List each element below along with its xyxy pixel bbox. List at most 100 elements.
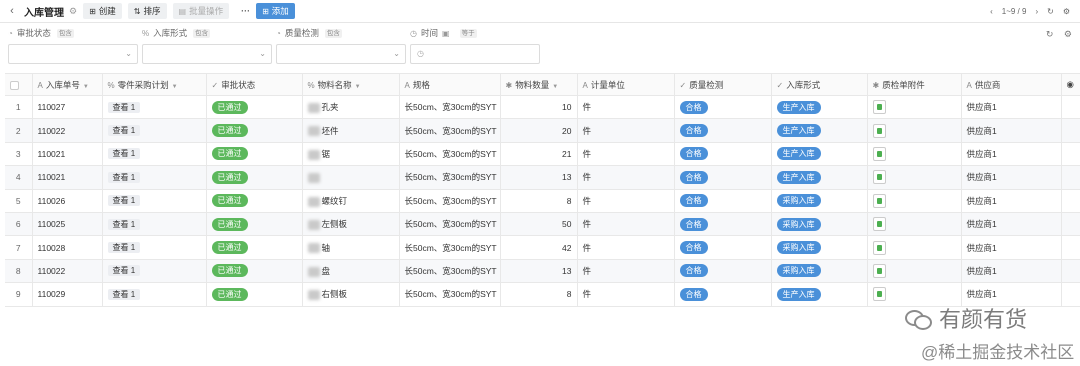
table-row[interactable]: 6 110025 查看 1 已通过 左侧板 长50cm、宽30cm的SYT 50 件合格 采购入… [5, 212, 1080, 237]
cell-qty[interactable]: 13 [500, 165, 578, 190]
cell-unit[interactable]: 件 [577, 118, 675, 143]
cell-extra[interactable] [1061, 142, 1080, 167]
cell-qty[interactable]: 21 [500, 142, 578, 167]
cell-status[interactable]: 已通过 [206, 95, 303, 120]
column-header-plan[interactable]: % 零件采购计划 ▼ [102, 73, 207, 96]
row-index[interactable]: 1 [5, 95, 33, 120]
cell-name[interactable]: 坯件 [302, 118, 400, 143]
table-row[interactable]: 1 110027 查看 1 已通过 孔夹 长50cm、宽30cm的SYT 10 件合格 生产入库… [5, 95, 1080, 120]
sort-button[interactable]: ⇅ 排序 [127, 3, 167, 19]
cell-unit[interactable]: 件 [577, 165, 675, 190]
cell-spec[interactable]: 长50cm、宽30cm的SYT [399, 189, 501, 213]
view-link[interactable]: 查看 1 [107, 242, 141, 254]
cell-name[interactable]: 右侧板 [302, 282, 400, 307]
cell-extra[interactable] [1061, 189, 1080, 213]
cell-plan[interactable]: 查看 1 [102, 212, 207, 237]
cell-status[interactable]: 已通过 [206, 165, 303, 190]
inbound-form-select[interactable]: ⌄ [142, 44, 272, 64]
chevron-down-icon[interactable]: ▼ [355, 84, 361, 90]
table-row[interactable]: 7 110028 查看 1 已通过 轴 长50cm、宽30cm的SYT 42 件合格 采购入库 供… [5, 235, 1080, 260]
view-link[interactable]: 查看 1 [107, 171, 141, 183]
column-header-unit[interactable]: A 计量单位 [577, 73, 675, 96]
cell-status[interactable]: 已通过 [206, 189, 303, 213]
view-link[interactable]: 查看 1 [107, 125, 141, 137]
excel-file-icon[interactable] [872, 287, 886, 302]
cell-no[interactable]: 110027 [32, 95, 103, 120]
cell-name[interactable]: 锯 [302, 142, 400, 167]
column-header-attachment[interactable]: ✱ 质检单附件 [867, 73, 962, 96]
back-arrow-icon[interactable]: ‹ [6, 5, 18, 17]
excel-file-icon[interactable] [872, 217, 886, 232]
cell-unit[interactable]: 件 [577, 259, 675, 284]
cell-spec[interactable]: 长50cm、宽30cm的SYT [399, 95, 501, 120]
cell-qc[interactable]: 合格 [674, 212, 772, 237]
cell-qty[interactable]: 8 [500, 189, 578, 213]
cell-plan[interactable]: 查看 1 [102, 235, 207, 260]
cell-name[interactable]: 盘 [302, 259, 400, 284]
cell-supplier[interactable]: 供应商1 [961, 235, 1062, 260]
cell-supplier[interactable]: 供应商1 [961, 259, 1062, 284]
cell-attachment[interactable] [867, 142, 962, 167]
cell-spec[interactable]: 长50cm、宽30cm的SYT [399, 118, 501, 143]
column-header-qty[interactable]: ✱ 物料数量 ▼ [500, 73, 578, 96]
cell-no[interactable]: 110028 [32, 235, 103, 260]
cell-spec[interactable]: 长50cm、宽30cm的SYT [399, 282, 501, 307]
cell-status[interactable]: 已通过 [206, 212, 303, 237]
cell-extra[interactable] [1061, 165, 1080, 190]
cell-unit[interactable]: 件 [577, 142, 675, 167]
cell-plan[interactable]: 查看 1 [102, 259, 207, 284]
column-header-supplier[interactable]: A 供应商 [961, 73, 1062, 96]
create-button[interactable]: ⊞ 创建 [83, 3, 122, 19]
table-row[interactable]: 2 110022 查看 1 已通过 坯件 长50cm、宽30cm的SYT 20 件合格 生产入库… [5, 118, 1080, 143]
cell-form[interactable]: 生产入库 [771, 282, 868, 307]
settings-icon[interactable]: ⚙ [69, 6, 77, 17]
settings-icon[interactable]: ⚙ [1063, 7, 1070, 16]
excel-file-icon[interactable] [872, 146, 886, 161]
column-header-status[interactable]: ✓ 审批状态 [206, 73, 303, 96]
sort-icon[interactable]: ▼ [83, 84, 89, 90]
cell-qc[interactable]: 合格 [674, 189, 772, 213]
excel-file-icon[interactable] [872, 170, 886, 185]
cell-status[interactable]: 已通过 [206, 259, 303, 284]
row-index[interactable]: 9 [5, 282, 33, 307]
cell-unit[interactable]: 件 [577, 235, 675, 260]
cell-name[interactable]: 孔夹 [302, 95, 400, 120]
table-row[interactable]: 5 110026 查看 1 已通过 螺纹钉 长50cm、宽30cm的SYT 8 件合格 采购入库… [5, 189, 1080, 213]
cell-name[interactable] [302, 165, 400, 190]
cell-form[interactable]: 采购入库 [771, 212, 868, 237]
batch-button[interactable]: ▤ 批量操作 [172, 3, 230, 19]
cell-supplier[interactable]: 供应商1 [961, 95, 1062, 120]
cell-qty[interactable]: 13 [500, 259, 578, 284]
cell-extra[interactable] [1061, 212, 1080, 237]
refresh-icon[interactable]: ↻ [1047, 7, 1054, 16]
view-link[interactable]: 查看 1 [107, 265, 141, 277]
cell-no[interactable]: 110026 [32, 189, 103, 213]
cell-plan[interactable]: 查看 1 [102, 282, 207, 307]
cell-no[interactable]: 110025 [32, 212, 103, 237]
cell-plan[interactable]: 查看 1 [102, 189, 207, 213]
cell-supplier[interactable]: 供应商1 [961, 165, 1062, 190]
cell-form[interactable]: 生产入库 [771, 118, 868, 143]
excel-file-icon[interactable] [872, 100, 886, 115]
cell-attachment[interactable] [867, 189, 962, 213]
cell-qc[interactable]: 合格 [674, 142, 772, 167]
cell-status[interactable]: 已通过 [206, 118, 303, 143]
excel-file-icon[interactable] [872, 123, 886, 138]
cell-qty[interactable]: 42 [500, 235, 578, 260]
cell-form[interactable]: 采购入库 [771, 235, 868, 260]
cell-attachment[interactable] [867, 212, 962, 237]
row-index[interactable]: 7 [5, 235, 33, 260]
quality-select[interactable]: ⌄ [276, 44, 406, 64]
cell-extra[interactable] [1061, 118, 1080, 143]
cell-extra[interactable] [1061, 259, 1080, 284]
prev-page-icon[interactable]: ‹ [990, 7, 993, 16]
cell-spec[interactable]: 长50cm、宽30cm的SYT [399, 235, 501, 260]
cell-unit[interactable]: 件 [577, 212, 675, 237]
cell-extra[interactable] [1061, 95, 1080, 120]
chevron-down-icon[interactable]: ▼ [552, 84, 558, 90]
refresh-icon[interactable]: ↻ [1046, 29, 1054, 39]
cell-extra[interactable] [1061, 282, 1080, 307]
cell-supplier[interactable]: 供应商1 [961, 118, 1062, 143]
view-link[interactable]: 查看 1 [107, 195, 141, 207]
cell-spec[interactable]: 长50cm、宽30cm的SYT [399, 142, 501, 167]
